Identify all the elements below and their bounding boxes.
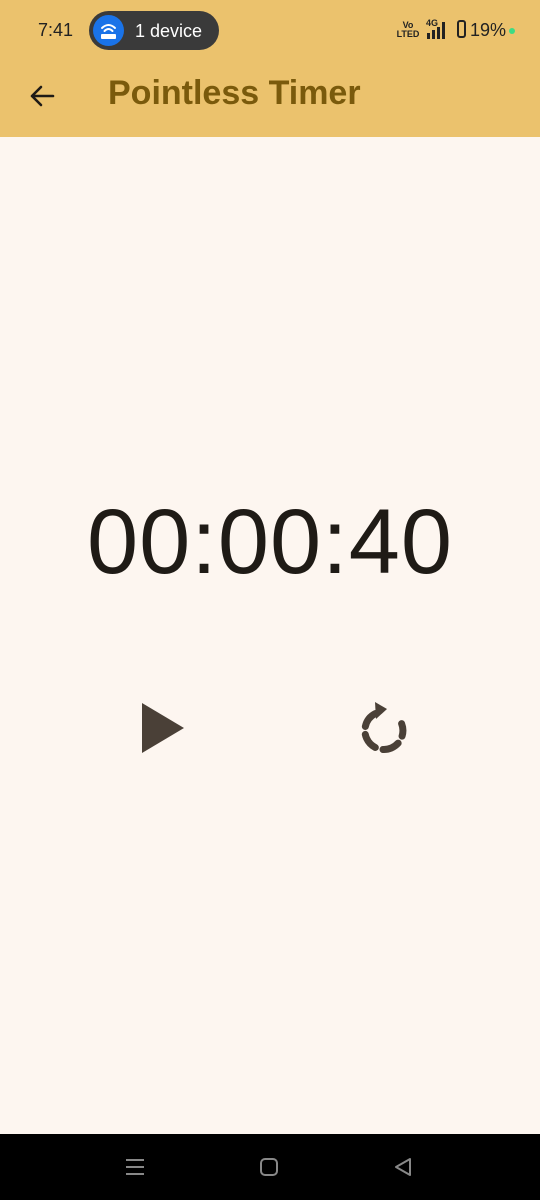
status-time: 7:41 <box>38 20 74 40</box>
app-header: 7:41 1 device Vo LTED 4G 19% Pointless T… <box>0 0 540 137</box>
triangle-back-icon <box>395 1158 411 1176</box>
home-icon <box>260 1158 278 1176</box>
volte-indicator: Vo LTED <box>396 21 420 39</box>
system-back-button[interactable] <box>390 1154 416 1180</box>
play-icon <box>142 703 184 753</box>
battery-level: 19% <box>470 20 507 40</box>
status-bar: 7:41 1 device Vo LTED 4G 19% <box>0 0 540 62</box>
reset-button[interactable] <box>349 697 417 765</box>
play-button[interactable] <box>130 695 196 761</box>
recents-button[interactable] <box>122 1154 148 1180</box>
charging-dot-icon <box>509 28 515 34</box>
signal-strength-icon: 4G <box>424 18 454 42</box>
hotspot-indicator[interactable]: 1 device <box>89 11 219 50</box>
volte-bottom-text: LTED <box>396 29 420 39</box>
system-navigation-bar <box>0 1134 540 1200</box>
hotspot-device-count: 1 device <box>135 21 203 41</box>
timer-display: 00:00:40 <box>86 491 454 593</box>
hotspot-icon <box>93 15 124 46</box>
arrow-left-icon <box>30 85 55 107</box>
battery-icon <box>457 20 466 38</box>
back-button[interactable] <box>24 78 60 114</box>
home-button[interactable] <box>256 1154 282 1180</box>
recents-icon <box>126 1159 144 1175</box>
replay-icon <box>361 702 407 753</box>
page-title: Pointless Timer <box>108 74 361 112</box>
